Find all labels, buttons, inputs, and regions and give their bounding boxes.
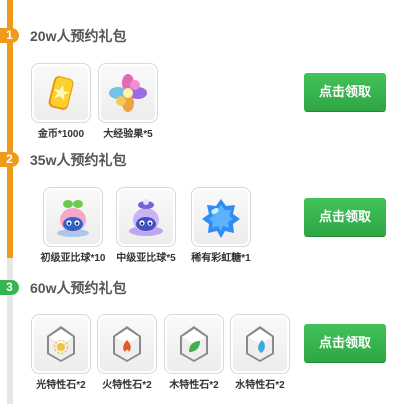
light-trait-stone-icon — [47, 326, 75, 362]
reward-label: 稀有彩虹糖*1 — [191, 253, 251, 264]
tier-badge-3: 3 — [0, 280, 19, 295]
reward-tile — [98, 63, 158, 123]
reward-label: 中级亚比球*5 — [116, 253, 176, 264]
exp-fruit-icon — [109, 74, 147, 112]
wood-trait-stone-icon — [180, 326, 208, 362]
claim-button-tier-1[interactable]: 点击领取 — [304, 73, 386, 111]
fire-trait-stone-icon — [113, 326, 141, 362]
rainbow-candy-icon — [202, 199, 240, 238]
basic-pet-ball-icon — [57, 200, 89, 237]
water-trait-stone-icon — [246, 326, 274, 362]
claim-button-tier-2[interactable]: 点击领取 — [304, 198, 386, 236]
gold-coin-icon — [48, 76, 74, 110]
reward-label: 大经验果*5 — [103, 129, 153, 140]
tier-title-1: 20w人预约礼包 — [30, 28, 127, 44]
reward-tile — [164, 314, 224, 374]
reward-tile — [31, 63, 91, 123]
reward-label: 水特性石*2 — [235, 380, 285, 391]
reward-tile — [191, 187, 251, 247]
tier-badge-1: 1 — [0, 28, 19, 43]
tier-title-3: 60w人预约礼包 — [30, 280, 127, 296]
reward-tile — [97, 314, 157, 374]
tier-title-2: 35w人预约礼包 — [30, 152, 127, 168]
reward-tile — [116, 187, 176, 247]
reward-tile — [31, 314, 91, 374]
claim-button-tier-3[interactable]: 点击领取 — [304, 324, 386, 362]
reward-tile — [230, 314, 290, 374]
mid-pet-ball-icon — [129, 199, 163, 236]
reward-label: 初级亚比球*10 — [40, 253, 106, 264]
tier-badge-2: 2 — [0, 152, 19, 167]
reward-tile — [43, 187, 103, 247]
